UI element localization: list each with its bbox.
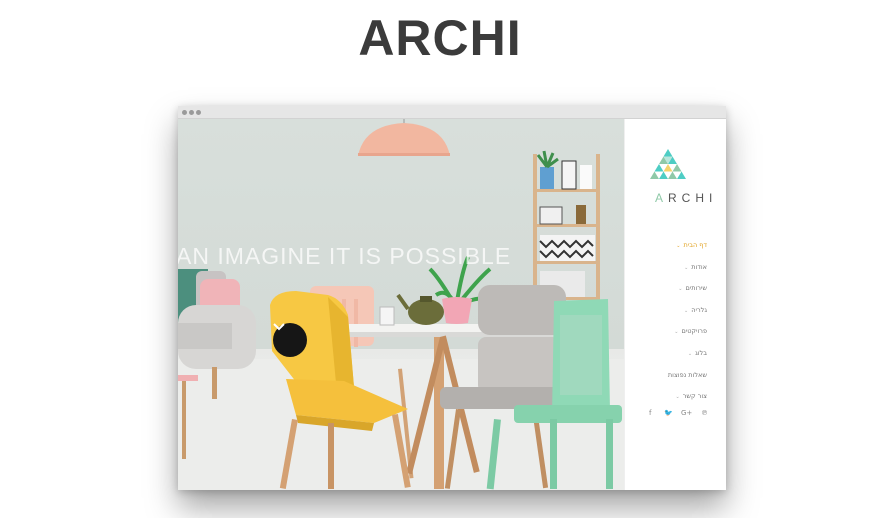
window-maximize-dot[interactable] bbox=[196, 110, 201, 115]
nav-item-projects[interactable]: ⌄ פרויקטים bbox=[625, 321, 725, 343]
nav-item-contact[interactable]: ⌄ צור קשר bbox=[625, 386, 725, 408]
brand-wordmark: ARCHI bbox=[655, 191, 717, 205]
google-plus-icon[interactable]: G+ bbox=[681, 409, 692, 417]
chevron-down-icon bbox=[273, 323, 285, 331]
hero-tagline: AN IMAGINE IT IS POSSIBLE bbox=[178, 243, 512, 269]
hero-section: AN IMAGINE IT IS POSSIBLE bbox=[178, 119, 624, 490]
scroll-down-button[interactable] bbox=[273, 323, 307, 357]
facebook-icon[interactable]: f bbox=[649, 409, 651, 417]
window-titlebar bbox=[178, 106, 726, 119]
window-minimize-dot[interactable] bbox=[189, 110, 194, 115]
browser-window-mockup: AN IMAGINE IT IS POSSIBLE ARCHI ⌄ דף הבית bbox=[178, 106, 726, 490]
hero-interior-illustration bbox=[178, 119, 624, 490]
window-close-dot[interactable] bbox=[182, 110, 187, 115]
nav-item-blog[interactable]: ⌄ בלוג bbox=[625, 343, 725, 365]
sidebar-navigation: ARCHI ⌄ דף הבית ⌄ אודות ⌄ שירותים ⌄ גלריה ⌄ פ… bbox=[624, 119, 726, 490]
page-title: ARCHI bbox=[358, 10, 522, 66]
brand-accent-letter: A bbox=[655, 191, 669, 205]
nav-item-services[interactable]: ⌄ שירותים bbox=[625, 278, 725, 300]
nav-item-home[interactable]: ⌄ דף הבית bbox=[625, 235, 725, 257]
nav-item-gallery[interactable]: ⌄ גלריה bbox=[625, 300, 725, 322]
twitter-icon[interactable]: 🐦 bbox=[664, 409, 673, 417]
brand-rest: RCHI bbox=[668, 191, 718, 205]
pinterest-icon[interactable]: ℗ bbox=[701, 409, 708, 417]
nav-item-about[interactable]: ⌄ אודות bbox=[625, 257, 725, 279]
nav-item-faq[interactable]: שאלות נפוצות bbox=[625, 365, 725, 387]
triangle-mosaic-logo-icon bbox=[650, 149, 686, 179]
social-links: f 🐦 G+ ℗ bbox=[643, 409, 726, 421]
main-menu: ⌄ דף הבית ⌄ אודות ⌄ שירותים ⌄ גלריה ⌄ פרויקטי… bbox=[625, 235, 725, 408]
